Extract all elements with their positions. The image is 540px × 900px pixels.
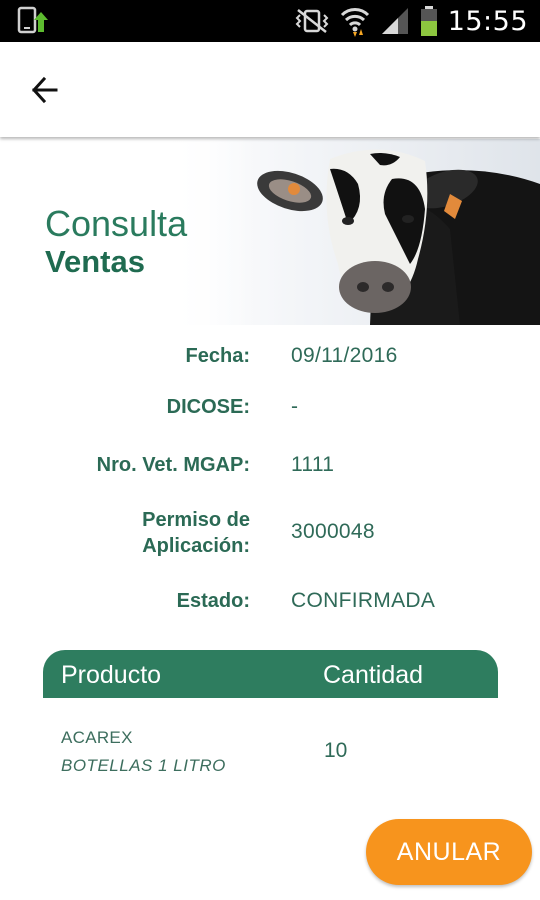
permit-label-line2: Aplicación:	[142, 535, 250, 557]
app-update-icon	[17, 6, 48, 34]
column-header-quantity: Cantidad	[323, 661, 424, 689]
vet-number-value: 1111	[291, 453, 335, 476]
product-unit: BOTELLAS 1 LITRO	[61, 756, 226, 775]
products-table-header: Producto Cantidad	[43, 650, 498, 698]
cow-photo	[170, 139, 540, 325]
status-value: CONFIRMADA	[291, 589, 436, 612]
page-title: Consulta Ventas	[45, 204, 187, 280]
vet-number-label: Nro. Vet. MGAP:	[96, 454, 250, 476]
date-label: Fecha:	[185, 345, 250, 367]
column-header-product: Producto	[61, 661, 162, 689]
cancel-sale-button[interactable]: ANULAR	[366, 819, 532, 885]
product-quantity: 10	[324, 739, 348, 762]
hero-banner: Consulta Ventas	[0, 139, 540, 325]
arrow-left-icon	[31, 76, 58, 104]
permit-value: 3000048	[291, 520, 375, 543]
status-label: Estado:	[176, 590, 250, 612]
app-bar	[0, 42, 540, 137]
vibrate-mute-icon	[295, 9, 329, 33]
page-title-line1: Consulta	[45, 203, 188, 244]
back-button[interactable]	[22, 70, 70, 110]
wifi-icon	[340, 8, 369, 37]
signal-icon	[381, 8, 408, 34]
date-value: 09/11/2016	[291, 344, 398, 367]
permit-label-line1: Permiso de	[142, 509, 250, 531]
dicose-label: DICOSE:	[166, 396, 250, 418]
dicose-value: -	[291, 395, 299, 418]
status-time: 15:55	[447, 5, 528, 37]
battery-icon	[420, 6, 437, 36]
product-name: ACAREX	[61, 728, 133, 747]
status-bar: 15:55	[0, 0, 540, 42]
permit-label: Permiso de Aplicación:	[142, 507, 250, 559]
page-title-line2: Ventas	[45, 244, 145, 279]
